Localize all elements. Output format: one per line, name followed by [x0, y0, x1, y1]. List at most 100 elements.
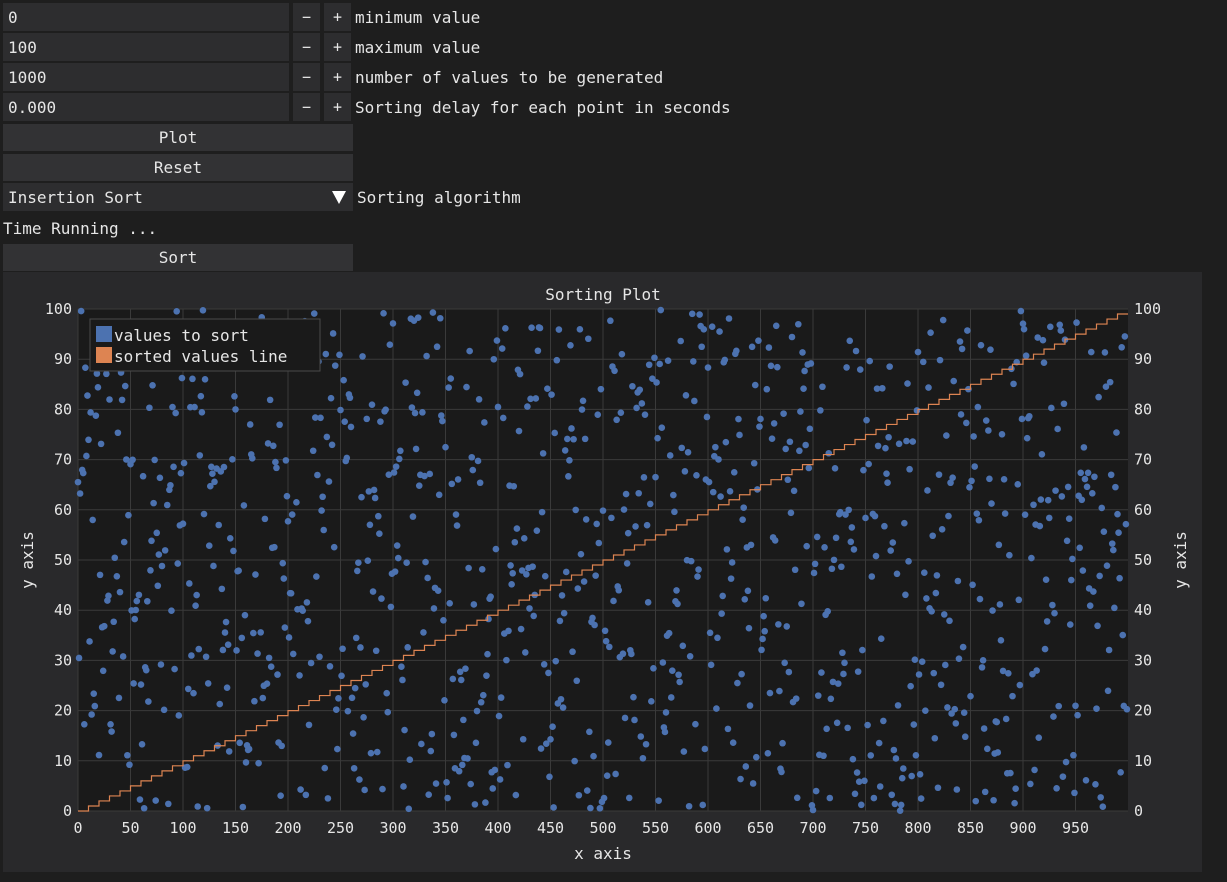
y2-tick-label: 30: [1134, 651, 1152, 669]
scatter-point: [665, 629, 673, 637]
delay-input[interactable]: 0.000: [3, 93, 289, 121]
scatter-point: [974, 403, 982, 411]
scatter-point: [320, 526, 328, 534]
scatter-point: [669, 667, 676, 675]
scatter-point: [828, 565, 836, 573]
scatter-point: [1114, 510, 1121, 518]
scatter-point: [1083, 483, 1091, 491]
scatter-point: [118, 396, 126, 404]
scatter-point: [1030, 501, 1037, 509]
scatter-point: [372, 647, 380, 655]
scatter-point: [708, 323, 716, 331]
scatter-point: [945, 512, 952, 520]
scatter-point: [377, 418, 384, 425]
count-decrement-button[interactable]: −: [293, 63, 320, 91]
scatter-point: [864, 721, 871, 729]
scatter-point: [225, 748, 233, 755]
reset-button[interactable]: Reset: [3, 154, 353, 181]
scatter-point: [658, 424, 666, 431]
plot-button[interactable]: Plot: [3, 124, 353, 151]
scatter-point: [764, 750, 772, 757]
scatter-point: [1076, 544, 1083, 552]
scatter-point: [755, 337, 762, 344]
scatter-point: [895, 440, 903, 448]
scatter-point: [150, 499, 157, 507]
scatter-point: [1092, 781, 1099, 788]
scatter-point: [570, 435, 577, 443]
scatter-point: [293, 499, 300, 506]
scatter-point: [272, 458, 279, 466]
scatter-point: [480, 691, 487, 699]
scatter-point: [351, 684, 359, 692]
scatter-point: [851, 790, 859, 798]
scatter-point: [1121, 333, 1129, 340]
scatter-point: [325, 478, 333, 485]
scatter-point: [550, 804, 557, 811]
scatter-point: [650, 665, 657, 672]
scatter-point: [848, 524, 856, 531]
scatter-point: [976, 595, 984, 603]
scatter-point: [1042, 576, 1050, 583]
scatter-point: [747, 541, 755, 549]
algorithm-dropdown[interactable]: Insertion Sort: [3, 183, 353, 211]
scatter-point: [987, 346, 994, 353]
scatter-point: [340, 376, 347, 384]
scatter-point: [352, 634, 360, 642]
scatter-point: [1059, 773, 1067, 780]
scatter-point: [930, 669, 938, 677]
scatter-point: [690, 358, 697, 365]
y-tick-label: 80: [54, 400, 72, 418]
scatter-point: [1033, 667, 1040, 674]
scatter-point: [113, 572, 121, 580]
scatter-point: [175, 712, 183, 719]
scatter-point: [955, 655, 963, 662]
max-value-input[interactable]: 100: [3, 33, 289, 61]
scatter-point: [223, 684, 231, 692]
scatter-point: [985, 427, 992, 434]
max-value-increment-button[interactable]: +: [324, 33, 351, 61]
sorting-plot[interactable]: 0 50 100 150 200 250 300 350 400 450 500 550 600 650 7…: [3, 272, 1202, 872]
scatter-point: [536, 324, 544, 332]
scatter-point: [887, 547, 894, 554]
scatter-point: [943, 432, 950, 439]
max-value-label: maximum value: [355, 37, 481, 57]
scatter-point: [723, 546, 731, 553]
scatter-point: [936, 356, 944, 364]
scatter-point: [153, 529, 161, 537]
min-value-input[interactable]: 0: [3, 3, 289, 31]
scatter-point: [695, 566, 702, 573]
scatter-point: [891, 800, 899, 808]
scatter-point: [1062, 758, 1070, 766]
max-value-decrement-button[interactable]: −: [293, 33, 320, 61]
scatter-point: [1098, 504, 1106, 512]
sort-button[interactable]: Sort: [3, 244, 353, 271]
scatter-point: [1070, 751, 1077, 759]
scatter-point: [429, 309, 437, 316]
count-input[interactable]: 1000: [3, 63, 289, 91]
scatter-point: [1006, 551, 1013, 559]
min-value-increment-button[interactable]: +: [324, 3, 351, 31]
min-value-decrement-button[interactable]: −: [293, 3, 320, 31]
scatter-point: [129, 456, 136, 464]
scatter-point: [277, 792, 284, 799]
scatter-point: [909, 438, 917, 445]
scatter-point: [1073, 319, 1080, 326]
delay-decrement-button[interactable]: −: [293, 93, 320, 121]
scatter-point: [1097, 794, 1104, 801]
scatter-point: [389, 320, 397, 327]
scatter-point: [783, 623, 791, 630]
scatter-point: [766, 689, 774, 697]
delay-increment-button[interactable]: +: [324, 93, 351, 121]
scatter-point: [151, 456, 158, 464]
scatter-point: [619, 650, 627, 658]
scatter-point: [447, 375, 455, 382]
scatter-point: [433, 343, 441, 351]
scatter-point: [805, 464, 813, 472]
scatter-point: [375, 512, 382, 520]
scatter-point: [819, 383, 826, 391]
count-increment-button[interactable]: +: [324, 63, 351, 91]
scatter-point: [914, 348, 922, 356]
scatter-point: [768, 435, 776, 442]
scatter-point: [459, 761, 466, 769]
scatter-point: [946, 617, 953, 625]
